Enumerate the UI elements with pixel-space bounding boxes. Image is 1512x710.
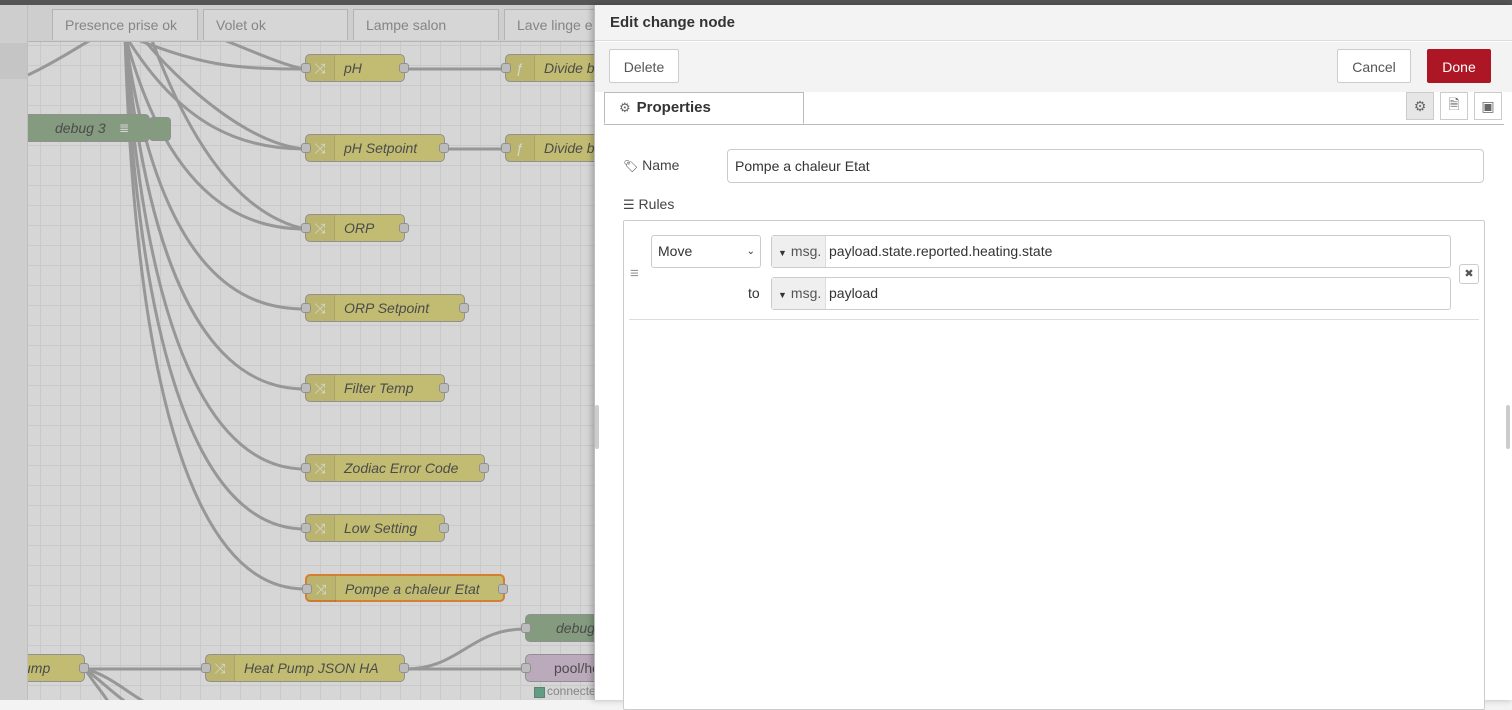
rule-action-value: Move <box>658 243 693 259</box>
done-button[interactable]: Done <box>1427 49 1491 83</box>
target-type-label: msg. <box>790 285 822 301</box>
modal-shade-overlay <box>0 5 594 700</box>
target-type-button[interactable]: ▼ msg. <box>772 278 826 309</box>
caret-down-icon: ▼ <box>778 290 787 300</box>
flow-workspace[interactable]: debug 3 ≣ ⤨ pH ƒ Divide b ⤨ pH Setpoint … <box>0 5 594 700</box>
tray-title: Edit change node <box>595 5 1512 41</box>
source-type-label: msg. <box>790 243 822 259</box>
cancel-button[interactable]: Cancel <box>1337 49 1411 83</box>
chevron-down-icon: ⌄ <box>746 246 755 257</box>
source-type-button[interactable]: ▼ msg. <box>772 236 826 267</box>
list-icon: ☰ <box>623 197 635 212</box>
rules-field-label: ☰ Rules <box>623 196 674 213</box>
file-text-icon: 🗎 <box>1448 96 1460 112</box>
node-properties-tab-button[interactable]: ⚙ <box>1406 92 1434 120</box>
caret-down-icon: ▼ <box>778 248 787 258</box>
tag-icon: 🏷 <box>623 159 639 173</box>
rule-action-select[interactable]: Move ⌄ <box>651 235 761 268</box>
close-icon: ✖ <box>1464 268 1474 280</box>
rules-label-text: Rules <box>638 196 675 212</box>
source-property-value: payload.state.reported.heating.state <box>829 243 1053 259</box>
gear-icon: ⚙ <box>619 100 631 115</box>
to-label: to <box>748 285 760 301</box>
tray-tab-bar: ⚙ Properties ⚙ 🗎 ▣ <box>604 92 1504 125</box>
name-field-label: 🏷 Name <box>623 157 679 173</box>
rules-list[interactable]: ≡ Move ⌄ ▼ msg. payload.state.reported.he… <box>623 220 1485 710</box>
remove-rule-button[interactable]: ✖ <box>1459 264 1479 284</box>
name-input[interactable] <box>727 149 1484 183</box>
window-maximize-icon: ▣ <box>1481 97 1495 114</box>
appearance-tab-button[interactable]: ▣ <box>1474 92 1502 120</box>
drag-handle-icon[interactable]: ≡ <box>630 265 639 282</box>
target-property-value: payload <box>829 285 879 301</box>
sidebar-resize-handle[interactable] <box>1506 405 1510 449</box>
gear-icon: ⚙ <box>1413 97 1427 114</box>
tray-resize-handle[interactable] <box>595 405 599 449</box>
tray-toolbar: Delete Cancel Done <box>595 42 1512 92</box>
name-label-text: Name <box>642 157 680 173</box>
description-tab-button[interactable]: 🗎 <box>1440 92 1468 120</box>
tab-properties[interactable]: ⚙ Properties <box>604 92 804 124</box>
source-property-input[interactable]: ▼ msg. payload.state.reported.heating.sta… <box>771 235 1451 268</box>
row-divider <box>629 319 1479 320</box>
edit-tray: Edit change node Delete Cancel Done ⚙ Pro… <box>594 5 1512 710</box>
target-property-input[interactable]: ▼ msg. payload <box>771 277 1451 310</box>
delete-button[interactable]: Delete <box>609 49 679 83</box>
tab-label: Properties <box>636 99 711 116</box>
